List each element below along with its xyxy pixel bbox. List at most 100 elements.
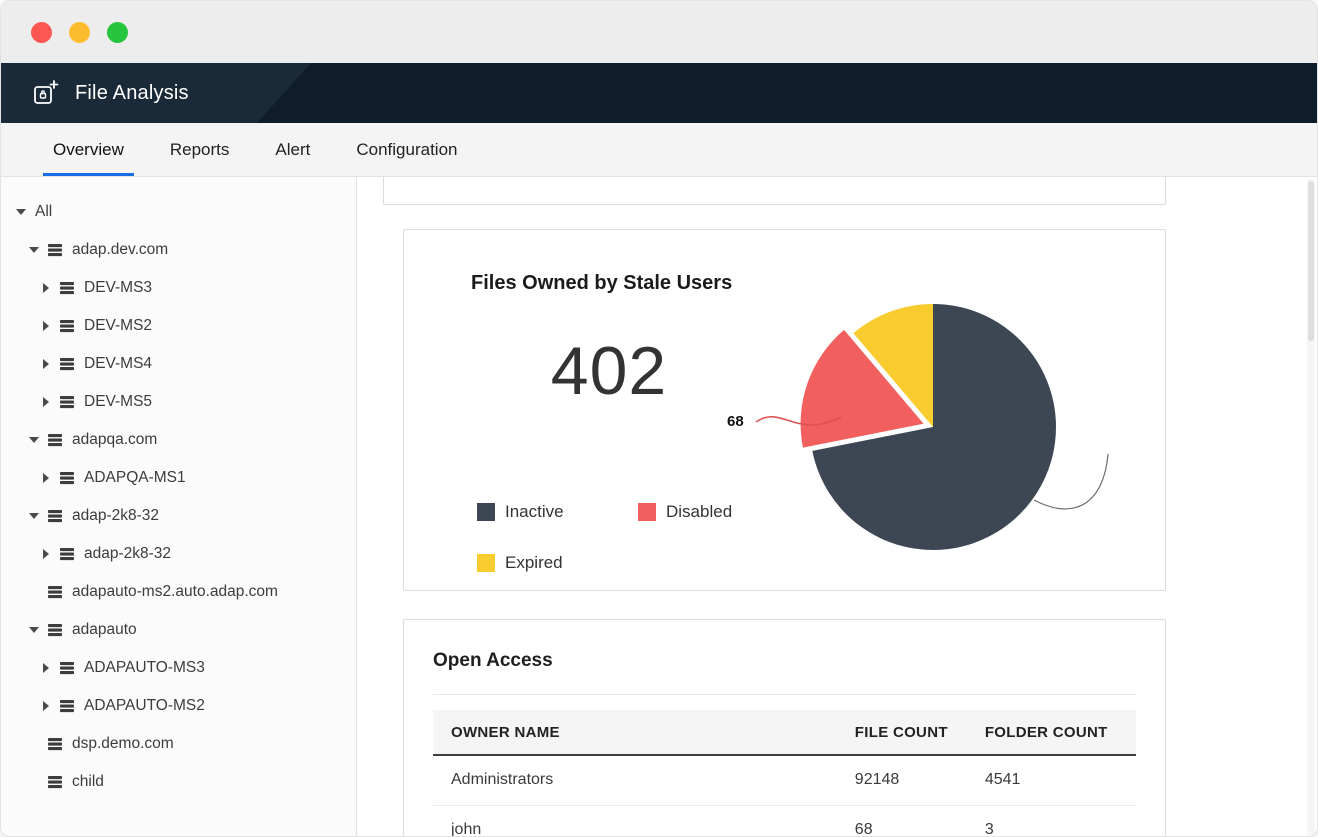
tree-item-adap-2k8-32[interactable]: adap-2k8-32 bbox=[1, 497, 356, 535]
server-icon bbox=[60, 357, 74, 371]
tree-item-label: child bbox=[72, 773, 104, 790]
server-icon bbox=[48, 775, 62, 789]
caret-right-icon[interactable] bbox=[40, 701, 52, 711]
legend-label-disabled: Disabled bbox=[666, 502, 733, 521]
server-icon bbox=[60, 699, 74, 713]
tree-item-label: adapauto-ms2.auto.adap.com bbox=[72, 583, 278, 600]
tree-item-dev-ms3[interactable]: DEV-MS3 bbox=[1, 269, 356, 307]
table-header-row: OWNER NAME FILE COUNT FOLDER COUNT bbox=[433, 710, 1136, 756]
card-partial-top bbox=[383, 177, 1166, 205]
close-window-button[interactable] bbox=[31, 21, 52, 43]
stale-total-value: 402 bbox=[550, 333, 668, 409]
app-title: File Analysis bbox=[75, 81, 189, 104]
tab-configuration-label: Configuration bbox=[356, 139, 458, 159]
server-icon bbox=[48, 737, 62, 751]
caret-down-icon[interactable] bbox=[15, 209, 27, 215]
legend-item-disabled[interactable]: Disabled bbox=[638, 502, 732, 522]
cell-folder-count: 3 bbox=[984, 805, 1136, 836]
tree-item-adapauto-ms3[interactable]: ADAPAUTO-MS3 bbox=[1, 649, 356, 687]
divider bbox=[433, 694, 1136, 695]
tree-item-all[interactable]: All bbox=[1, 193, 356, 231]
tree-item-label: ADAPAUTO-MS3 bbox=[84, 659, 205, 676]
tab-reports[interactable]: Reports bbox=[160, 123, 240, 176]
caret-right-icon[interactable] bbox=[40, 473, 52, 483]
tree-item-label: dsp.demo.com bbox=[72, 735, 174, 752]
tree-item-label: DEV-MS4 bbox=[84, 355, 153, 372]
pie-legend: Inactive Disabled Expired bbox=[477, 502, 732, 573]
tab-reports-label: Reports bbox=[169, 139, 230, 159]
server-tree-sidebar: All adap.dev.com DEV-MS3 DEV-MS2 DEV-MS4… bbox=[1, 177, 357, 836]
zoom-window-button[interactable] bbox=[107, 21, 128, 43]
tree-item-adapqa-com[interactable]: adapqa.com bbox=[1, 421, 356, 459]
open-access-table: OWNER NAME FILE COUNT FOLDER COUNT Admin… bbox=[433, 710, 1136, 836]
caret-right-icon[interactable] bbox=[40, 359, 52, 369]
window-titlebar bbox=[1, 1, 1317, 63]
file-analysis-icon bbox=[31, 78, 61, 108]
legend-item-inactive[interactable]: Inactive bbox=[477, 502, 638, 522]
legend-swatch-inactive bbox=[477, 503, 495, 521]
tree-item-adap-dev-com[interactable]: adap.dev.com bbox=[1, 231, 356, 269]
open-access-card: Open Access OWNER NAME FILE COUNT FOLDER… bbox=[403, 619, 1166, 836]
stale-users-card: Files Owned by Stale Users 402 68 Inacti… bbox=[403, 229, 1166, 591]
tree-item-adap-2k8-32-child[interactable]: adap-2k8-32 bbox=[1, 535, 356, 573]
column-header-folder-count[interactable]: FOLDER COUNT bbox=[984, 710, 1136, 756]
tree-item-adapqa-ms1[interactable]: ADAPQA-MS1 bbox=[1, 459, 356, 497]
dashboard-main: Files Owned by Stale Users 402 68 Inacti… bbox=[357, 177, 1317, 836]
tree-item-dev-ms4[interactable]: DEV-MS4 bbox=[1, 345, 356, 383]
caret-down-icon[interactable] bbox=[28, 437, 40, 443]
caret-right-icon[interactable] bbox=[40, 663, 52, 673]
caret-right-icon[interactable] bbox=[40, 283, 52, 293]
minimize-window-button[interactable] bbox=[69, 21, 90, 43]
main-tab-bar: Overview Reports Alert Configuration bbox=[1, 123, 1317, 177]
tab-alert[interactable]: Alert bbox=[265, 123, 320, 176]
tab-overview[interactable]: Overview bbox=[43, 123, 134, 176]
server-icon bbox=[48, 623, 62, 637]
caret-right-icon[interactable] bbox=[40, 397, 52, 407]
tree-item-dsp-demo-com[interactable]: dsp.demo.com bbox=[1, 725, 356, 763]
caret-right-icon[interactable] bbox=[40, 549, 52, 559]
column-header-owner-name[interactable]: OWNER NAME bbox=[433, 710, 855, 756]
tree-item-label: adap-2k8-32 bbox=[72, 507, 160, 524]
legend-item-expired[interactable]: Expired bbox=[477, 553, 638, 573]
app-window: File Analysis Overview Reports Alert Con… bbox=[0, 0, 1318, 837]
server-icon bbox=[48, 433, 62, 447]
cell-folder-count: 4541 bbox=[984, 755, 1136, 806]
tree-item-label: adapqa.com bbox=[72, 431, 158, 448]
tree-item-dev-ms2[interactable]: DEV-MS2 bbox=[1, 307, 356, 345]
tree-item-label: adap-2k8-32 bbox=[84, 545, 172, 562]
tree-item-child[interactable]: child bbox=[1, 763, 356, 801]
tab-overview-label: Overview bbox=[53, 139, 124, 159]
tree-item-label: All bbox=[35, 203, 53, 220]
cell-owner-name: Administrators bbox=[433, 755, 855, 806]
cell-file-count: 68 bbox=[854, 805, 985, 836]
app-header: File Analysis bbox=[1, 63, 1317, 123]
disabled-callout-value: 68 bbox=[727, 413, 744, 430]
legend-label-expired: Expired bbox=[505, 553, 563, 572]
server-icon bbox=[48, 585, 62, 599]
legend-swatch-expired bbox=[477, 554, 495, 572]
tree-item-dev-ms5[interactable]: DEV-MS5 bbox=[1, 383, 356, 421]
server-icon bbox=[60, 395, 74, 409]
server-icon bbox=[48, 509, 62, 523]
cell-file-count: 92148 bbox=[854, 755, 985, 806]
vertical-scrollbar[interactable] bbox=[1307, 179, 1315, 836]
caret-down-icon[interactable] bbox=[28, 513, 40, 519]
caret-down-icon[interactable] bbox=[28, 627, 40, 633]
legend-swatch-disabled bbox=[638, 503, 656, 521]
column-header-file-count[interactable]: FILE COUNT bbox=[854, 710, 985, 756]
tab-configuration[interactable]: Configuration bbox=[346, 123, 467, 176]
server-icon bbox=[60, 471, 74, 485]
tree-item-adapauto[interactable]: adapauto bbox=[1, 611, 356, 649]
caret-right-icon[interactable] bbox=[40, 321, 52, 331]
cell-owner-name: john bbox=[433, 805, 855, 836]
tree-item-adapauto-ms2-auto-adap-com[interactable]: adapauto-ms2.auto.adap.com bbox=[1, 573, 356, 611]
server-icon bbox=[60, 547, 74, 561]
tree-item-label: ADAPAUTO-MS2 bbox=[84, 697, 205, 714]
tree-item-label: ADAPQA-MS1 bbox=[84, 469, 186, 486]
caret-down-icon[interactable] bbox=[28, 247, 40, 253]
scrollbar-thumb[interactable] bbox=[1308, 181, 1314, 341]
tree-item-adapauto-ms2[interactable]: ADAPAUTO-MS2 bbox=[1, 687, 356, 725]
content-area: All adap.dev.com DEV-MS3 DEV-MS2 DEV-MS4… bbox=[1, 177, 1317, 836]
server-icon bbox=[48, 243, 62, 257]
server-icon bbox=[60, 661, 74, 675]
